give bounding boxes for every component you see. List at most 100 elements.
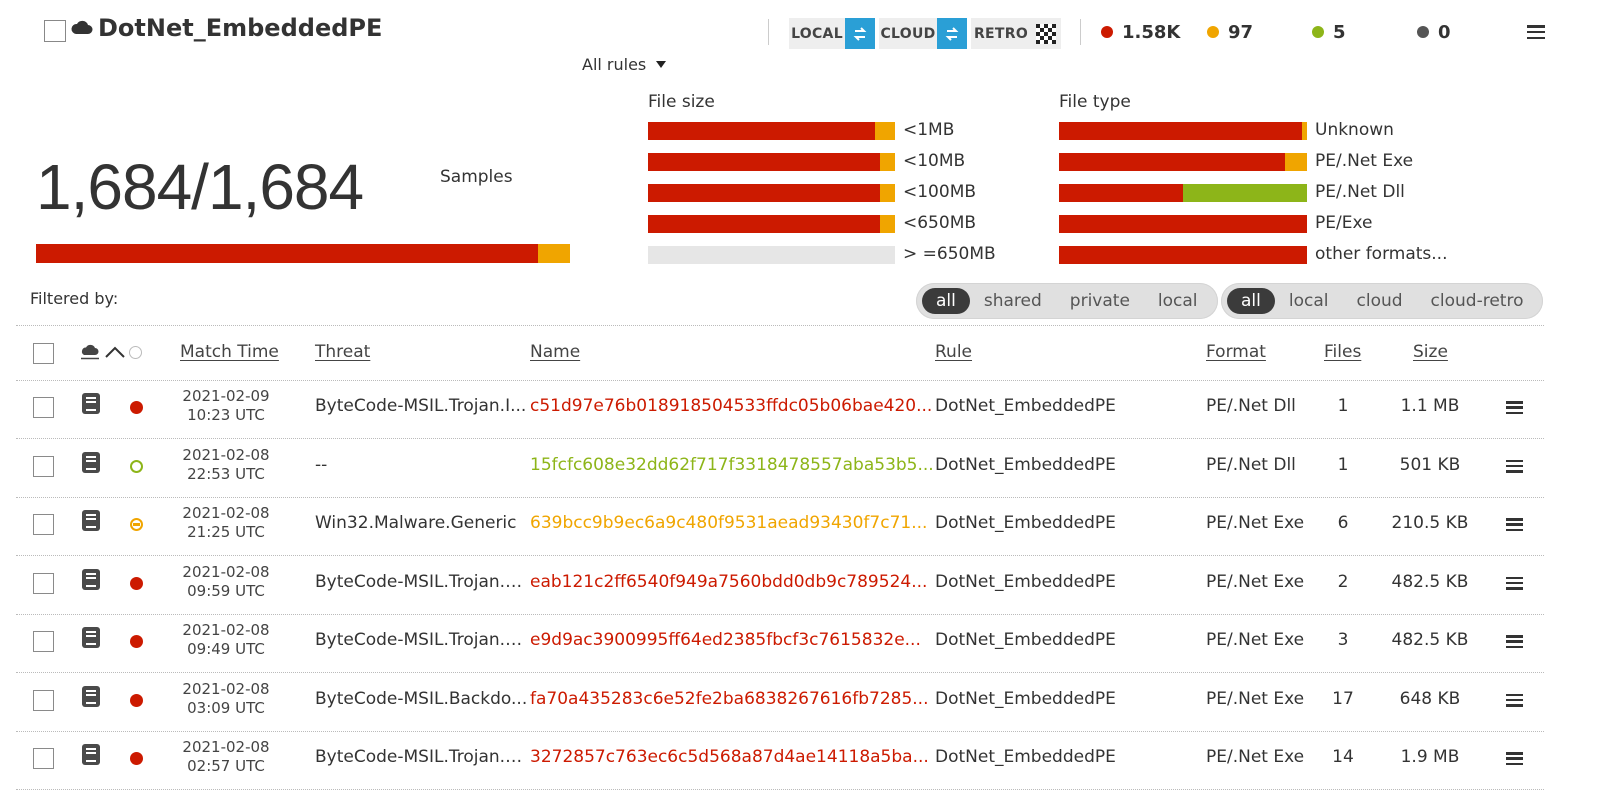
file-type-red-segment [1059, 184, 1183, 202]
file-size-bar[interactable] [648, 246, 895, 264]
rule-cell[interactable]: DotNet_EmbeddedPE [935, 747, 1116, 767]
sample-name-link[interactable]: fa70a435283c6e52fe2ba6838267616fb7285... [530, 689, 935, 709]
row-menu-icon[interactable] [1506, 635, 1523, 648]
retro-mode-label[interactable]: RETRO [971, 18, 1031, 49]
match-time: 2021-02-08 09:49 UTC [171, 621, 281, 659]
size-cell: 1.1 MB [1400, 396, 1460, 416]
row-checkbox[interactable] [33, 631, 54, 652]
local-mode-label[interactable]: LOCAL [789, 18, 845, 49]
file-size-label: <1MB [903, 120, 955, 140]
stat-unknown[interactable]: 0 [1417, 19, 1451, 45]
threat-cell[interactable]: ByteCode-MSIL.Trojan.I... [315, 396, 530, 416]
rule-cell[interactable]: DotNet_EmbeddedPE [935, 396, 1116, 416]
row-menu-icon[interactable] [1506, 576, 1523, 590]
files-cell: 1 [1337, 396, 1349, 416]
file-size-bar[interactable] [648, 153, 895, 171]
divider [768, 19, 769, 45]
threat-cell[interactable]: -- [315, 455, 530, 475]
col-threat[interactable]: Threat [315, 342, 370, 362]
match-date: 2021-02-08 [182, 562, 270, 581]
stat-malicious[interactable]: 1.58K [1101, 19, 1180, 45]
threat-cell[interactable]: ByteCode-MSIL.Backdo... [315, 689, 530, 709]
rule-cell[interactable]: DotNet_EmbeddedPE [935, 572, 1116, 592]
rule-cell[interactable]: DotNet_EmbeddedPE [935, 513, 1116, 533]
row-menu-icon[interactable] [1506, 459, 1523, 473]
match-time: 2021-02-08 21:25 UTC [171, 504, 281, 542]
select-ruleset-checkbox[interactable] [44, 20, 66, 42]
cloud-column-icon[interactable] [80, 344, 100, 360]
file-type-orange-segment [1284, 153, 1307, 171]
file-size-bar[interactable] [648, 184, 895, 202]
red-status-icon [130, 401, 143, 414]
row-checkbox[interactable] [33, 514, 54, 535]
row-checkbox[interactable] [33, 572, 54, 594]
rules-dropdown[interactable]: All rules [582, 55, 667, 74]
rule-cell[interactable]: DotNet_EmbeddedPE [935, 630, 1116, 650]
row-menu-icon[interactable] [1506, 752, 1523, 765]
file-type-red-segment [1059, 153, 1285, 171]
status-column-icon[interactable] [129, 346, 142, 359]
threat-cell[interactable]: ByteCode-MSIL.Trojan.V... [315, 747, 530, 767]
col-match-time[interactable]: Match Time [180, 342, 279, 362]
file-type-bar[interactable] [1059, 215, 1307, 233]
sharing-pill-private[interactable]: private [1056, 288, 1144, 314]
threat-cell[interactable]: ByteCode-MSIL.Trojan.V... [315, 572, 530, 592]
row-checkbox[interactable] [33, 397, 54, 418]
size-cell: 648 KB [1399, 688, 1461, 709]
col-format[interactable]: Format [1206, 342, 1266, 362]
file-size-bar[interactable] [648, 122, 895, 140]
file-size-bar[interactable] [648, 215, 895, 233]
row-checkbox[interactable] [33, 455, 54, 477]
retro-checker-icon[interactable] [1031, 18, 1061, 49]
sharing-pill-local[interactable]: local [1144, 288, 1212, 314]
source-pill-cloud[interactable]: cloud [1343, 288, 1417, 314]
file-type-bar[interactable] [1059, 122, 1307, 140]
sample-name-link[interactable]: e9d9ac3900995ff64ed2385fbcf3c7615832e... [530, 630, 935, 650]
sample-name-link[interactable]: 639bcc9b9ec6a9c480f9531aead93430f7c71... [530, 513, 935, 533]
source-pill-all[interactable]: all [1227, 288, 1275, 314]
orange-status-icon [130, 518, 143, 531]
rule-cell[interactable]: DotNet_EmbeddedPE [935, 455, 1116, 475]
sharing-pill-shared[interactable]: shared [970, 288, 1056, 314]
col-files[interactable]: Files [1324, 342, 1361, 362]
row-checkbox[interactable] [33, 689, 54, 711]
stat-suspicious[interactable]: 97 [1207, 19, 1253, 45]
main-menu-icon[interactable] [1527, 25, 1545, 39]
col-name[interactable]: Name [530, 342, 580, 362]
file-type-bar[interactable] [1059, 153, 1307, 171]
size-cell: 1.9 MB [1400, 747, 1460, 767]
sample-count: 1,684/1,684 [36, 151, 364, 223]
sample-name-link[interactable]: 15fcfc608e32dd62f717f3318478557aba53b5..… [530, 455, 935, 475]
col-rule[interactable]: Rule [935, 342, 972, 362]
sharing-pill-all[interactable]: all [922, 288, 970, 314]
file-type-bar[interactable] [1059, 184, 1307, 202]
cloud-sync-icon[interactable] [937, 18, 967, 49]
files-cell: 6 [1337, 513, 1349, 533]
red-dot-icon [1101, 26, 1113, 38]
col-size[interactable]: Size [1413, 342, 1448, 362]
row-menu-icon[interactable] [1506, 518, 1523, 531]
stat-goodware[interactable]: 5 [1312, 19, 1346, 45]
local-sync-icon[interactable] [845, 18, 875, 49]
sample-name-link[interactable]: eab121c2ff6540f949a7560bdd0db9c789524... [530, 572, 935, 592]
source-pill-cloud-retro[interactable]: cloud-retro [1417, 288, 1538, 314]
rule-cell[interactable]: DotNet_EmbeddedPE [935, 689, 1116, 709]
sample-name-link[interactable]: c51d97e76b018918504533ffdc05b06bae420... [530, 396, 935, 416]
match-time: 2021-02-08 09:59 UTC [171, 563, 281, 601]
sort-up-icon[interactable] [104, 345, 126, 359]
size-cell: 482.5 KB [1391, 571, 1469, 592]
threat-cell[interactable]: Win32.Malware.Generic [315, 513, 530, 533]
row-menu-icon[interactable] [1506, 401, 1523, 414]
filtered-by-label: Filtered by: [30, 289, 119, 308]
threat-cell[interactable]: ByteCode-MSIL.Trojan.V... [315, 630, 530, 650]
samples-orange-segment [537, 244, 570, 263]
row-checkbox[interactable] [33, 748, 54, 769]
select-all-checkbox[interactable] [33, 343, 54, 364]
file-type-bar[interactable] [1059, 246, 1307, 264]
row-menu-icon[interactable] [1506, 693, 1523, 707]
cloud-mode-label[interactable]: CLOUD [879, 18, 937, 49]
sample-name-link[interactable]: 3272857c763ec6c5d568a87d4ae14118a5ba... [530, 747, 935, 767]
source-pill-local[interactable]: local [1275, 288, 1343, 314]
file-size-red-segment [648, 122, 876, 140]
format-cell: PE/.Net Exe [1206, 688, 1305, 709]
